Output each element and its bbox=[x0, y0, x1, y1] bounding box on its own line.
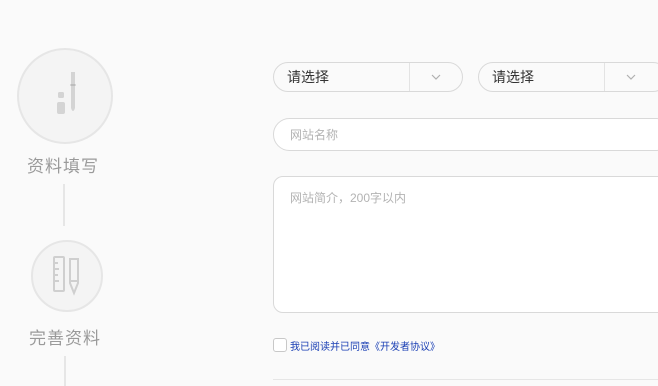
divider bbox=[273, 379, 658, 380]
step-2-label: 完善资料 bbox=[29, 329, 101, 348]
pencil-icon bbox=[35, 64, 95, 129]
site-intro-textarea[interactable] bbox=[273, 176, 658, 313]
step-1-label: 资料填写 bbox=[27, 157, 99, 176]
step-1-circle bbox=[17, 48, 113, 144]
category-select-2[interactable]: 请选择 bbox=[478, 62, 658, 92]
select-value: 请选择 bbox=[492, 69, 534, 85]
step-connector bbox=[64, 356, 66, 386]
chevron-down-icon[interactable] bbox=[409, 63, 462, 91]
agreement-link[interactable]: 我已阅读并已同意《开发者协议》 bbox=[290, 338, 440, 353]
select-value: 请选择 bbox=[287, 69, 329, 85]
step-connector bbox=[63, 184, 65, 226]
site-name-input[interactable] bbox=[273, 118, 658, 151]
chevron-down-icon[interactable] bbox=[604, 63, 657, 91]
agreement-checkbox[interactable] bbox=[273, 338, 287, 352]
category-select-1[interactable]: 请选择 bbox=[273, 62, 463, 92]
ruler-pen-icon bbox=[42, 249, 92, 304]
step-2-circle bbox=[31, 240, 103, 312]
